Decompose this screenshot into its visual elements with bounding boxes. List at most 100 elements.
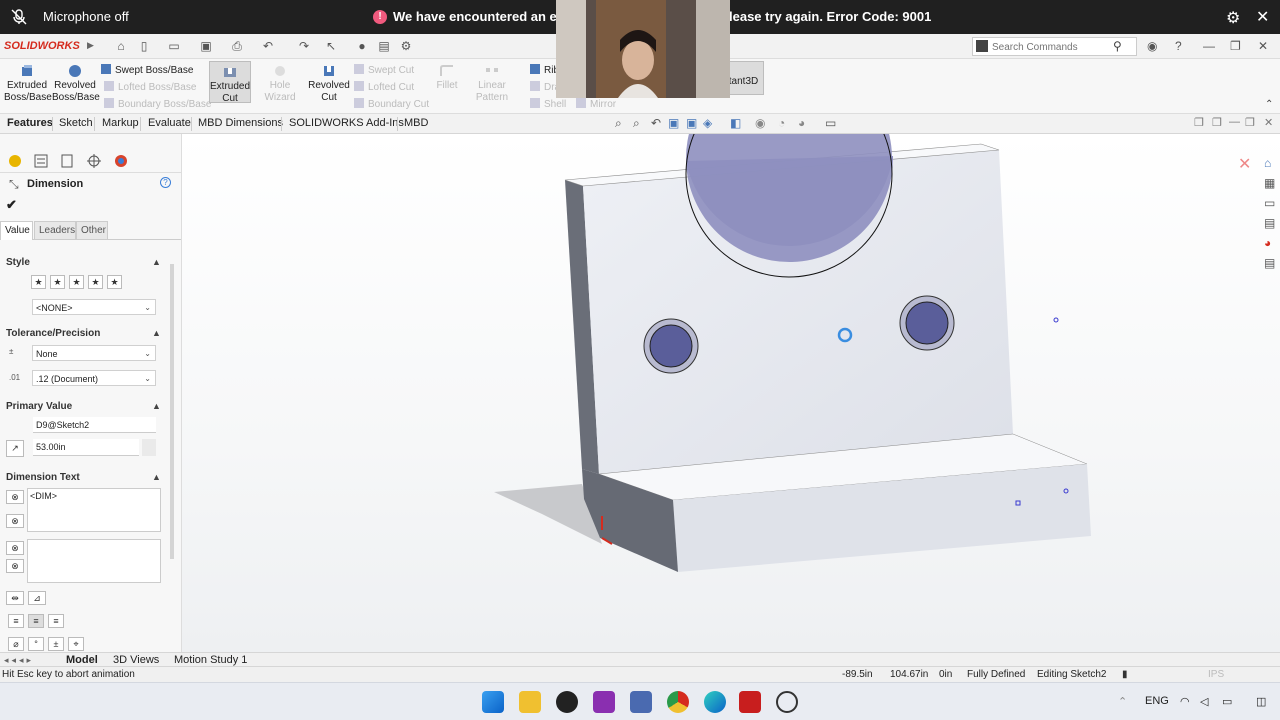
custom-properties-icon[interactable]: ▤ [1264,256,1275,270]
windows-start-icon[interactable] [482,691,504,713]
value-spinner[interactable] [142,439,156,456]
restore-icon[interactable]: ❐ [1230,39,1241,53]
redo-icon[interactable]: ↷ [296,39,312,53]
lofted-boss-button[interactable]: Lofted Boss/Base [104,81,196,93]
dimtext-add-icon[interactable]: ⊗ [6,514,24,528]
hole-wizard-button[interactable]: Hole Wizard [254,64,306,104]
tab-scroll-arrows[interactable]: ◂◂◂▸ [4,655,34,666]
notifications-icon[interactable]: ◫ [1256,695,1266,708]
fillet-button[interactable]: Fillet [436,64,458,92]
window-close-icon[interactable]: ✕ [1258,39,1268,53]
style-dropdown[interactable]: <NONE> ⌄ [32,299,156,315]
align-center-icon[interactable]: ≡ [28,614,44,628]
extruded-boss-button[interactable]: Extruded Boss/Base [4,64,52,104]
tab-sketch[interactable]: Sketch [59,117,93,129]
revolved-boss-button[interactable]: Revolved Boss/Base [52,64,100,104]
delete-style-icon[interactable]: ★ [69,275,84,289]
load-style-icon[interactable]: ★ [107,275,122,289]
mirror-button[interactable]: Mirror [576,98,616,110]
options-gear-icon[interactable]: ⚙ [398,39,414,53]
shell-button[interactable]: Shell [530,98,566,110]
resources-icon[interactable]: ⌂ [1264,156,1271,170]
hide-show-icon[interactable]: ◉ [755,116,765,130]
collapse-style-icon[interactable]: ▲ [152,257,161,267]
viewport-tile-icon[interactable]: ❐ [1212,116,1222,129]
file-explorer-icon[interactable]: ▭ [1264,196,1275,210]
dimension-name-field[interactable]: D9@Sketch2 [33,417,156,433]
app-icon[interactable] [630,691,652,713]
menu-expand-icon[interactable]: ▶ [87,40,94,51]
hole-left-inner[interactable] [649,324,693,368]
justify-horizontal-icon[interactable]: ⇹ [6,591,24,605]
collapse-dimtext-icon[interactable]: ▲ [152,472,161,482]
previous-view-icon[interactable]: ↶ [651,116,661,130]
save-icon[interactable]: ▣ [198,39,214,53]
diameter-symbol-icon[interactable]: ⌀ [8,637,24,651]
align-right-icon[interactable]: ≡ [48,614,64,628]
subtab-value[interactable]: Value [0,221,33,240]
edge-app-icon[interactable] [704,691,726,713]
home-icon[interactable]: ⌂ [113,39,129,53]
tab-model[interactable]: Model [66,654,98,666]
select-icon[interactable]: ↖ [323,39,339,53]
close-icon[interactable]: ✕ [1256,7,1269,27]
ok-check-icon[interactable]: ✔ [6,197,17,213]
viewport-restore-icon[interactable]: ❐ [1194,116,1204,129]
language-indicator[interactable]: ENG [1145,695,1169,707]
viewport-minimize-icon[interactable]: — [1229,116,1240,128]
tab-solidworks-addins[interactable]: SOLIDWORKS Add-Ins [289,117,404,129]
display-manager-tab-icon[interactable] [113,153,129,169]
view-orientation-icon[interactable]: ◈ [703,116,712,130]
more-symbols-icon[interactable]: ⌖ [68,637,84,651]
tab-mbd-dimensions[interactable]: MBD Dimensions [198,117,283,129]
display-style-icon[interactable]: ◧ [730,116,741,130]
collapse-primary-icon[interactable]: ▲ [152,401,161,411]
view-palette-icon[interactable]: ▤ [1264,216,1275,230]
wifi-icon[interactable]: ◠ [1180,695,1190,708]
view-settings-icon[interactable]: ▭ [825,116,836,130]
file-explorer-app-icon[interactable] [519,691,541,713]
dimension-text-bottom-box[interactable] [27,539,161,583]
sketch-point[interactable] [1053,317,1059,323]
swept-cut-button[interactable]: Swept Cut [354,64,414,76]
new-file-icon[interactable]: ▯ [136,39,152,53]
battery-icon[interactable]: ▭ [1222,695,1232,708]
rebuild-icon[interactable]: ● [354,39,370,53]
configuration-tab-icon[interactable] [59,153,75,169]
hole-right-inner[interactable] [905,301,949,345]
whatsapp-app-icon[interactable] [556,691,578,713]
tolerance-type-dropdown[interactable]: None ⌄ [32,345,156,361]
undo-icon[interactable]: ↶ [260,39,276,53]
add-style-icon[interactable]: ★ [50,275,65,289]
property-manager-tab-icon[interactable] [33,153,49,169]
viewport-maximize-icon[interactable]: ❐ [1245,116,1255,129]
zoom-area-icon[interactable]: ⌕ [633,116,640,131]
swept-boss-button[interactable]: Swept Boss/Base [101,64,193,76]
search-icon[interactable]: ⚲ [1113,39,1122,53]
viewport-close-icon[interactable]: ✕ [1264,116,1273,129]
appearances-icon[interactable]: ◕ [1264,236,1271,250]
degree-symbol-icon[interactable]: ° [28,637,44,651]
confirmation-corner-cancel-icon[interactable]: ✕ [1238,154,1251,174]
edit-appearance-icon[interactable]: ◔ [778,116,785,130]
volume-icon[interactable]: ◁ [1200,695,1208,708]
lofted-cut-button[interactable]: Lofted Cut [354,81,414,93]
linear-pattern-button[interactable]: Linear Pattern [462,64,522,104]
apply-scene-icon[interactable]: ◕ [798,116,805,130]
panel-scrollbar[interactable] [170,264,174,559]
status-units[interactable]: IPS [1208,669,1224,680]
feature-tree-tab-icon[interactable] [7,153,23,169]
user-icon[interactable]: ◉ [1147,39,1157,53]
dimxpert-tab-icon[interactable] [86,153,102,169]
solidworks-logo[interactable]: SOLIDWORKS [4,40,80,52]
screen-recorder-app-icon[interactable] [593,691,615,713]
file-properties-icon[interactable]: ▤ [376,39,392,53]
boundary-cut-button[interactable]: Boundary Cut [354,98,429,110]
collapse-tolerance-icon[interactable]: ▲ [152,328,161,338]
design-library-icon[interactable]: ▦ [1264,176,1275,190]
tab-3d-views[interactable]: 3D Views [113,654,159,666]
help-icon[interactable]: ? [1175,39,1182,53]
dimtext-below-icon[interactable]: ⊗ [6,541,24,555]
settings-gear-icon[interactable]: ⚙ [1226,8,1240,28]
tray-overflow-icon[interactable]: ⌃ [1118,695,1127,708]
